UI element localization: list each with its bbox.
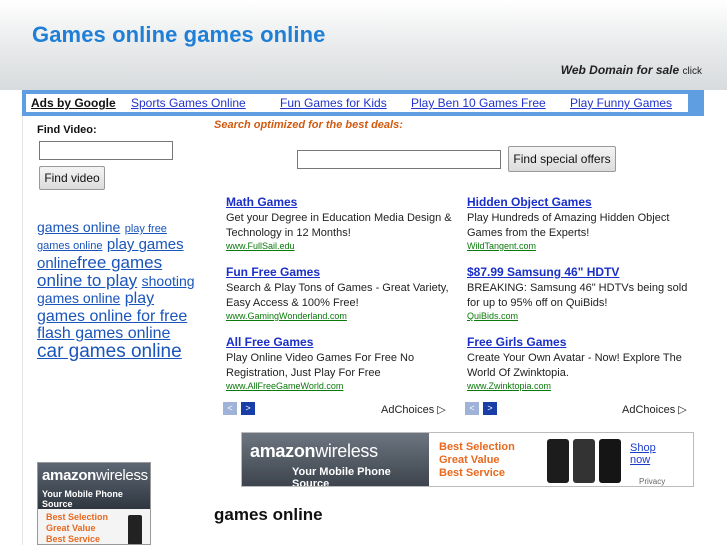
find-video-button[interactable]: Find video — [39, 166, 105, 190]
ad-description: BREAKING: Samsung 46" HDTVs being sold f… — [467, 282, 688, 309]
ad-link-bar-inner: Ads by Google Sports Games Online Fun Ga… — [26, 94, 688, 112]
find-video-label: Find Video: — [37, 124, 97, 136]
find-special-offers-button[interactable]: Find special offers — [508, 146, 616, 172]
adchoices-label: AdChoices — [622, 404, 676, 416]
adchoices-link[interactable]: AdChoices ▷ — [381, 403, 446, 416]
ad-block[interactable]: $87.99 Samsung 46" HDTV BREAKING: Samsun… — [467, 265, 699, 321]
site-title[interactable]: Games online games online — [32, 22, 325, 48]
section-title: games online — [214, 505, 323, 524]
amazon-banner-tagline: Your Mobile Phone Source — [292, 466, 391, 487]
ad-description: Search & Play Tons of Games - Great Vari… — [226, 282, 449, 309]
ad-link-fun-games-kids[interactable]: Fun Games for Kids — [280, 96, 387, 110]
amazon-side-features: Best Selection Great Value Best Service — [38, 509, 150, 544]
amazon-logo-text: amazon — [42, 467, 97, 484]
ad-link-ben10-games[interactable]: Play Ben 10 Games Free — [411, 96, 546, 110]
wireless-logo-text: wireless — [315, 441, 378, 461]
prev-arrow-icon[interactable]: < — [223, 402, 237, 415]
find-video-input[interactable] — [39, 141, 173, 160]
wireless-logo-text: wireless — [96, 467, 148, 484]
domain-sale-text: Web Domain for sale — [560, 63, 680, 77]
ad-block[interactable]: Math Games Get your Degree in Education … — [226, 195, 458, 251]
ad-nav-arrows: < > — [465, 402, 499, 415]
prev-arrow-icon[interactable]: < — [465, 402, 479, 415]
phone-image — [599, 439, 621, 483]
tag-cloud: games online play free games online play… — [37, 219, 199, 363]
ad-title-link[interactable]: Fun Free Games — [226, 265, 458, 279]
domain-sale-notice[interactable]: Web Domain for sale click — [561, 63, 702, 77]
ad-link-bar: Ads by Google Sports Games Online Fun Ga… — [22, 90, 704, 116]
feature-item: Best Service — [439, 467, 506, 479]
feature-item: Best Selection — [439, 441, 515, 453]
adchoices-link[interactable]: AdChoices ▷ — [622, 403, 687, 416]
amazon-wireless-side-ad[interactable]: amazonwireless Your Mobile Phone Source … — [37, 462, 151, 545]
search-note: Search optimized for the best deals: — [214, 119, 403, 131]
amazon-logo-text: amazon — [250, 441, 316, 461]
ad-url-link[interactable]: www.FullSail.edu — [226, 241, 458, 251]
play-triangle-icon: ▷ — [678, 404, 687, 416]
amazon-banner-left: amazonwireless Your Mobile Phone Source — [242, 433, 429, 487]
adchoices-label: AdChoices — [381, 404, 435, 416]
next-arrow-icon[interactable]: > — [483, 402, 497, 415]
shop-now-line: now — [630, 454, 651, 466]
ad-description: Create Your Own Avatar - Now! Explore Th… — [467, 352, 682, 379]
amazon-banner-features: Best Selection Great Value Best Service — [439, 441, 515, 480]
phone-image — [573, 439, 595, 483]
ad-link-sports-games[interactable]: Sports Games Online — [131, 96, 246, 110]
ad-block[interactable]: Hidden Object Games Play Hundreds of Ama… — [467, 195, 699, 251]
tag-link[interactable]: games online — [37, 219, 120, 235]
ad-link-funny-games[interactable]: Play Funny Games — [570, 96, 672, 110]
ad-title-link[interactable]: $87.99 Samsung 46" HDTV — [467, 265, 699, 279]
ad-title-link[interactable]: Math Games — [226, 195, 458, 209]
next-arrow-icon[interactable]: > — [241, 402, 255, 415]
amazon-banner-right: Best Selection Great Value Best Service … — [429, 433, 693, 486]
tag-link[interactable]: flash games online — [37, 325, 170, 342]
amazon-side-ad-header: amazonwireless Your Mobile Phone Source — [38, 463, 150, 509]
ad-url-link[interactable]: QuiBids.com — [467, 311, 699, 321]
play-triangle-icon: ▷ — [437, 404, 446, 416]
amazon-wireless-logo: amazonwireless — [250, 441, 429, 462]
shop-now-link[interactable]: Shop now — [630, 442, 656, 466]
ad-title-link[interactable]: All Free Games — [226, 335, 458, 349]
ad-block[interactable]: Fun Free Games Search & Play Tons of Gam… — [226, 265, 458, 321]
ad-url-link[interactable]: www.Zwinktopia.com — [467, 381, 699, 391]
ad-block[interactable]: Free Girls Games Create Your Own Avatar … — [467, 335, 699, 391]
ad-title-link[interactable]: Hidden Object Games — [467, 195, 699, 209]
ads-by-google-link[interactable]: Ads by Google — [31, 96, 116, 110]
ad-block[interactable]: All Free Games Play Online Video Games F… — [226, 335, 458, 391]
tag-link[interactable]: car games online — [37, 341, 182, 362]
phone-image — [128, 515, 142, 544]
ad-url-link[interactable]: www.GamingWonderland.com — [226, 311, 458, 321]
ad-description: Get your Degree in Education Media Desig… — [226, 212, 452, 239]
special-offers-input[interactable] — [297, 150, 501, 169]
site-header: Games online games online Web Domain for… — [0, 0, 727, 90]
amazon-wireless-logo: amazonwireless — [42, 467, 148, 484]
domain-sale-click[interactable]: click — [683, 66, 702, 77]
phone-image — [547, 439, 569, 483]
privacy-link[interactable]: Privacy — [639, 477, 665, 486]
amazon-side-tagline: Your Mobile Phone Source — [42, 489, 123, 509]
ad-description: Play Online Video Games For Free No Regi… — [226, 352, 415, 379]
ad-description: Play Hundreds of Amazing Hidden Object G… — [467, 212, 670, 239]
amazon-wireless-banner-ad[interactable]: amazonwireless Your Mobile Phone Source … — [241, 432, 694, 487]
feature-item: Great Value — [439, 454, 500, 466]
ad-nav-arrows: < > — [223, 402, 257, 415]
ad-url-link[interactable]: www.AllFreeGameWorld.com — [226, 381, 458, 391]
ad-title-link[interactable]: Free Girls Games — [467, 335, 699, 349]
shop-now-line: Shop — [630, 442, 656, 454]
left-sidebar: Find Video: Find video games online play… — [22, 116, 204, 545]
ad-url-link[interactable]: WildTangent.com — [467, 241, 699, 251]
